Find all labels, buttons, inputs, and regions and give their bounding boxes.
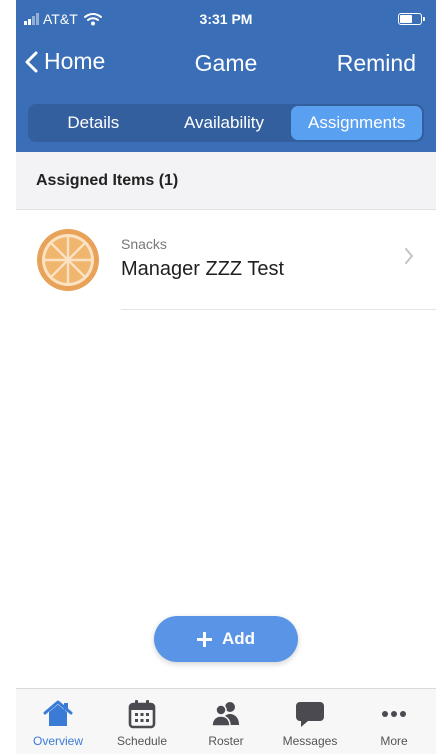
item-category: Snacks: [121, 236, 167, 252]
tab-more[interactable]: More: [352, 689, 436, 754]
list-item[interactable]: Snacks Manager ZZZ Test: [16, 212, 436, 310]
tab-label: Schedule: [116, 734, 168, 748]
more-icon: [382, 711, 406, 717]
app-screen: AT&T 3:31 PM Home Game Remind Details Av…: [16, 0, 436, 754]
status-time: 3:31 PM: [199, 11, 253, 27]
tab-roster[interactable]: Roster: [184, 689, 268, 754]
back-button[interactable]: Home: [24, 48, 105, 75]
segment-details[interactable]: Details: [28, 104, 159, 142]
home-icon: [43, 700, 73, 726]
plus-icon: [196, 631, 212, 647]
section-header: Assigned Items (1): [16, 152, 436, 210]
tab-label: Overview: [32, 734, 83, 748]
tab-schedule[interactable]: Schedule: [100, 689, 184, 754]
nav-bar: Home Game Remind: [16, 42, 436, 86]
battery-icon: [398, 13, 425, 25]
chevron-left-icon: [25, 51, 38, 72]
status-bar: AT&T 3:31 PM: [16, 8, 436, 32]
tab-label: Messages: [282, 734, 338, 748]
section-title: Assigned Items (1): [36, 172, 179, 189]
tab-label: Roster: [208, 734, 244, 748]
roster-icon: [211, 702, 239, 727]
tab-overview[interactable]: Overview: [16, 689, 100, 754]
orange-slice-icon: [37, 229, 99, 291]
segment-availability[interactable]: Availability: [159, 104, 290, 142]
header: AT&T 3:31 PM Home Game Remind Details Av…: [16, 0, 436, 152]
segmented-control: Details Availability Assignments: [28, 104, 424, 142]
add-button-label: Add: [221, 629, 256, 648]
remind-button[interactable]: Remind: [337, 50, 416, 77]
messages-icon: [296, 702, 324, 727]
tab-label: More: [380, 734, 408, 748]
add-button[interactable]: Add: [154, 616, 298, 662]
calendar-icon: [128, 700, 156, 729]
tab-messages[interactable]: Messages: [268, 689, 352, 754]
segment-assignments[interactable]: Assignments: [291, 106, 423, 140]
divider: [121, 309, 436, 310]
back-label: Home: [44, 48, 106, 74]
chevron-right-icon: [405, 248, 413, 264]
item-title: Manager ZZZ Test: [121, 258, 285, 280]
tab-bar: Overview Schedule Roster Messages More: [16, 688, 436, 754]
